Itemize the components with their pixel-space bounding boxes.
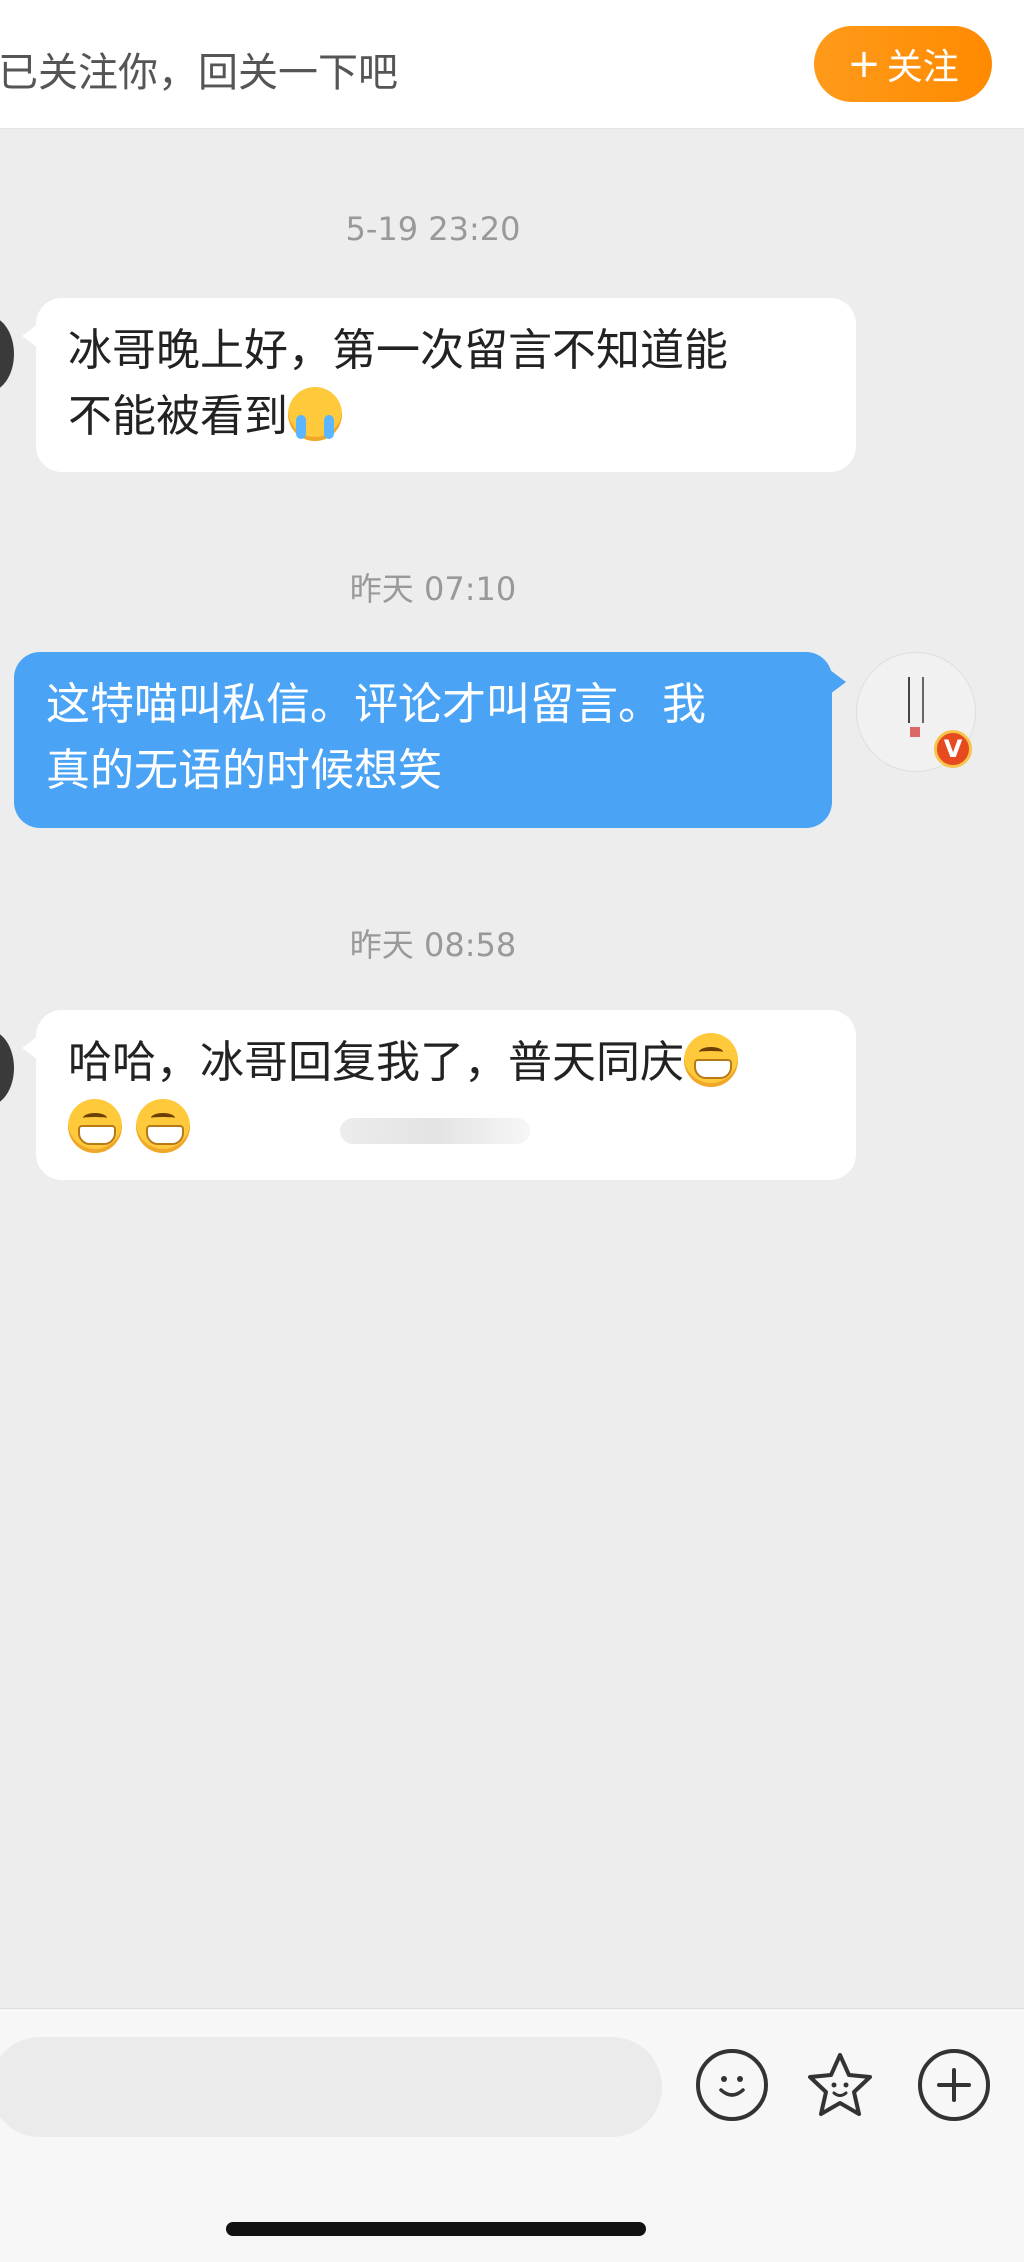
plus-glyph bbox=[937, 2068, 971, 2102]
message-bubble-incoming[interactable]: 哈哈，冰哥回复我了，普天同庆 bbox=[22, 1010, 856, 1180]
add-icon[interactable] bbox=[918, 2049, 990, 2121]
message-line: 不能被看到 bbox=[68, 391, 288, 442]
red-stamp-icon bbox=[910, 727, 920, 737]
message-timestamp: 昨天 08:58 bbox=[349, 926, 517, 964]
emoji-row bbox=[68, 1096, 824, 1162]
plus-icon: + bbox=[847, 41, 881, 87]
crying-face-icon bbox=[288, 387, 342, 441]
sticker-icon[interactable] bbox=[804, 2049, 876, 2121]
avatar[interactable] bbox=[0, 316, 14, 392]
message-input[interactable] bbox=[0, 2037, 662, 2137]
message-bubble-outgoing[interactable]: 这特喵叫私信。评论才叫留言。我 真的无语的时候想笑 bbox=[14, 652, 846, 828]
top-bar: 已关注你，回关一下吧 + 关注 bbox=[0, 0, 1024, 129]
message-line-with-emoji: 不能被看到 bbox=[68, 384, 824, 450]
follow-button-label: 关注 bbox=[886, 47, 959, 88]
message-line: 冰哥晚上好，第一次留言不知道能 bbox=[68, 325, 728, 376]
star-glyph bbox=[808, 2053, 872, 2116]
follow-hint: 已关注你，回关一下吧 bbox=[0, 50, 398, 96]
message-timestamp: 昨天 07:10 bbox=[349, 570, 517, 608]
message-timestamp: 5-19 23:20 bbox=[345, 210, 521, 248]
emoji-icon[interactable] bbox=[696, 2049, 768, 2121]
blurred-text bbox=[340, 1118, 530, 1144]
avatar[interactable] bbox=[0, 1030, 14, 1106]
grinning-face-icon bbox=[684, 1033, 738, 1087]
calligraphy-avatar-mark bbox=[908, 677, 924, 723]
follow-button[interactable]: + 关注 bbox=[814, 26, 992, 102]
message-line-with-emoji: 哈哈，冰哥回复我了，普天同庆 bbox=[68, 1030, 824, 1096]
message-line: 这特喵叫私信。评论才叫留言。我 bbox=[46, 679, 706, 730]
home-indicator bbox=[226, 2222, 646, 2236]
emoji-glyph bbox=[719, 2076, 745, 2097]
verified-badge: V bbox=[934, 730, 972, 768]
message-line: 真的无语的时候想笑 bbox=[46, 745, 442, 796]
grinning-face-icon bbox=[68, 1099, 122, 1153]
message-bubble-incoming[interactable]: 冰哥晚上好，第一次留言不知道能 不能被看到 bbox=[22, 298, 856, 472]
message-line: 哈哈，冰哥回复我了，普天同庆 bbox=[68, 1037, 684, 1088]
grinning-face-icon bbox=[136, 1099, 190, 1153]
